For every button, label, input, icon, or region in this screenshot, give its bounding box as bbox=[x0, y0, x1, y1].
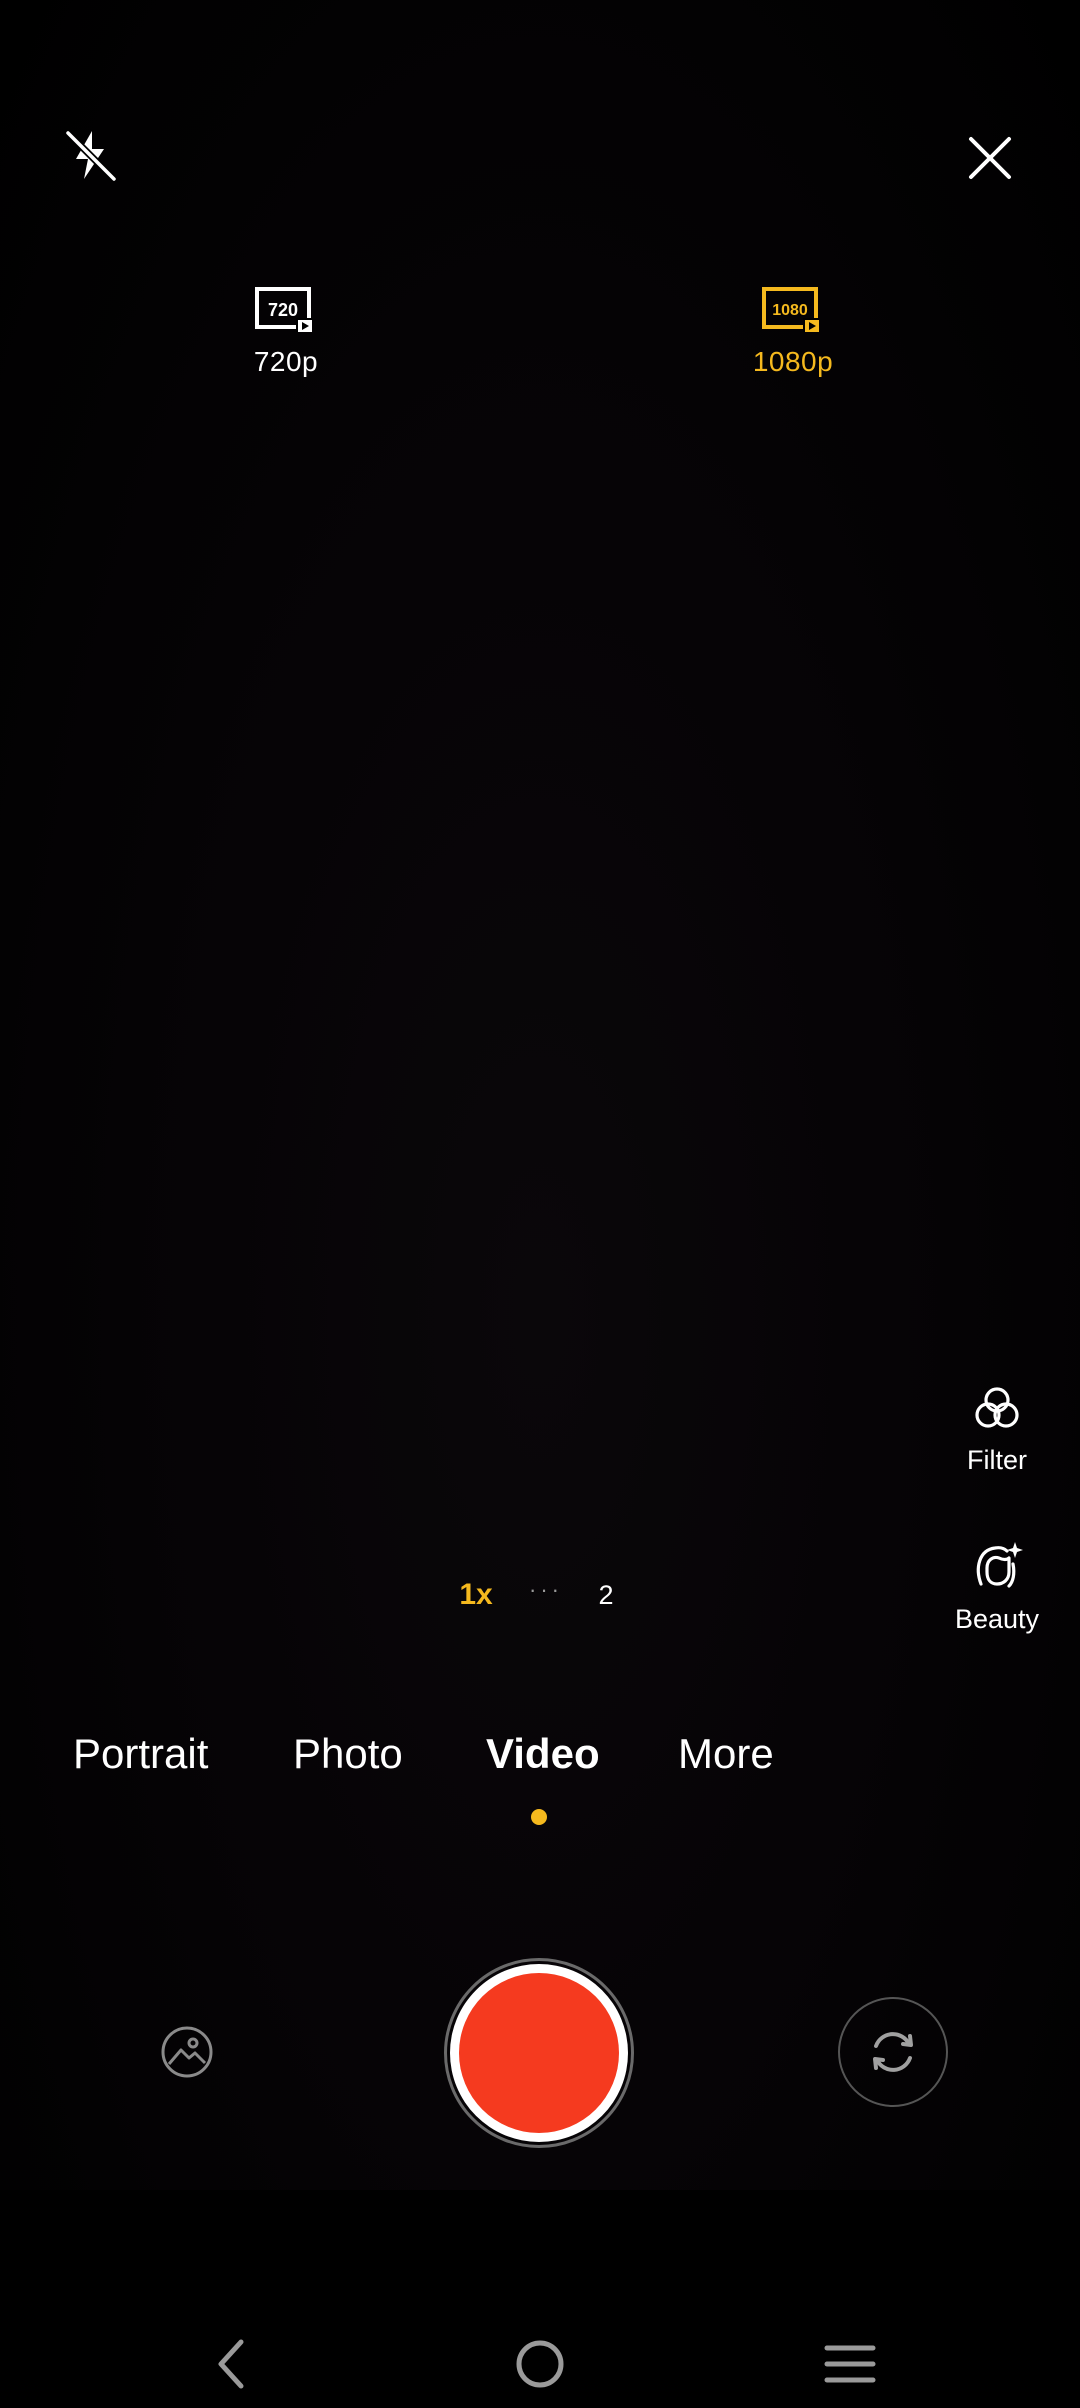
menu-icon bbox=[824, 2345, 876, 2383]
filter-icon bbox=[975, 1387, 1019, 1428]
flash-off-button[interactable] bbox=[50, 120, 130, 190]
flip-camera-icon bbox=[873, 2032, 913, 2072]
mode-portrait[interactable]: Portrait bbox=[73, 1730, 208, 1778]
close-icon bbox=[969, 137, 1011, 179]
record-button-ring bbox=[450, 1964, 628, 2142]
mode-video[interactable]: Video bbox=[486, 1730, 600, 1778]
home-icon bbox=[516, 2340, 564, 2388]
mode-photo[interactable]: Photo bbox=[293, 1730, 403, 1778]
beauty-icon bbox=[976, 1542, 1023, 1588]
resolution-label: 720p bbox=[253, 346, 319, 377]
res-icon-text: 720 bbox=[268, 300, 298, 320]
zoom-dots: ··· bbox=[529, 1577, 563, 1602]
menu-button[interactable] bbox=[810, 2324, 890, 2404]
res-icon-text: 1080 bbox=[772, 302, 808, 319]
filter-button[interactable]: Filter bbox=[917, 1383, 1077, 1476]
viewfinder[interactable] bbox=[0, 0, 1080, 2190]
flash-off-icon bbox=[65, 130, 117, 182]
mode-active-indicator bbox=[531, 1809, 547, 1825]
video-720-icon: 720 bbox=[255, 287, 312, 332]
resolution-720p[interactable]: 720 720p bbox=[186, 286, 386, 378]
home-button[interactable] bbox=[500, 2324, 580, 2404]
back-button[interactable] bbox=[196, 2324, 266, 2404]
zoom-1x[interactable]: 1x bbox=[436, 1578, 516, 1612]
record-button[interactable] bbox=[444, 1958, 634, 2148]
beauty-label: Beauty bbox=[954, 1604, 1040, 1634]
beauty-button[interactable]: Beauty bbox=[917, 1538, 1077, 1635]
system-navigation-bar bbox=[0, 2190, 1080, 2408]
close-button[interactable] bbox=[950, 120, 1030, 196]
gallery-icon bbox=[161, 2026, 213, 2078]
back-icon bbox=[218, 2339, 244, 2389]
filter-label: Filter bbox=[967, 1445, 1027, 1475]
flip-camera-button[interactable] bbox=[838, 1997, 948, 2107]
zoom-2x[interactable]: 2 bbox=[576, 1580, 636, 1611]
mode-more[interactable]: More bbox=[678, 1730, 774, 1778]
resolution-1080p[interactable]: 1080 1080p bbox=[693, 286, 893, 378]
mode-selector[interactable]: Portrait Photo Video More bbox=[0, 1730, 1080, 1790]
resolution-label: 1080p bbox=[752, 346, 834, 377]
gallery-button[interactable] bbox=[150, 2022, 224, 2082]
record-button-core bbox=[459, 1973, 619, 2133]
zoom-selector[interactable]: 1x ··· 2 bbox=[436, 1563, 636, 1627]
video-1080-icon: 1080 bbox=[762, 287, 819, 332]
